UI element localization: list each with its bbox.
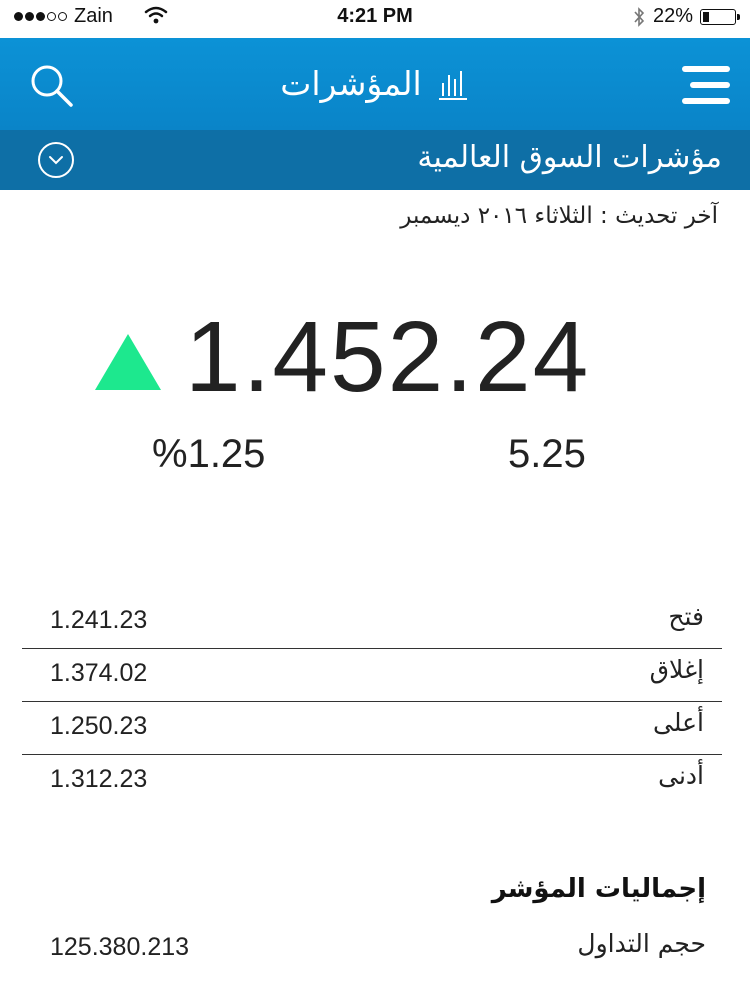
menu-bar: [690, 82, 730, 88]
hamburger-menu-icon[interactable]: [682, 66, 730, 104]
table-row: أعلى 1.250.23: [22, 702, 722, 755]
status-bar: Zain 4:21 PM 22%: [0, 0, 750, 38]
battery-level-fill: [703, 11, 709, 22]
nav-title: المؤشرات: [280, 64, 422, 103]
index-value: 1.452.24: [185, 301, 591, 413]
change-percent: %1.25: [152, 432, 266, 476]
stat-value-open: 1.241.23: [50, 606, 148, 634]
up-arrow-icon: [95, 334, 161, 390]
last-update-text: آخر تحديث : الثلاثاء ٢٠١٦ ديسمبر: [400, 203, 718, 229]
table-row: فتح 1.241.23: [22, 596, 722, 649]
section-title: مؤشرات السوق العالمية: [417, 140, 722, 175]
stat-value-low: 1.312.23: [50, 765, 148, 793]
stats-table: فتح 1.241.23 إغلاق 1.374.02 أعلى 1.250.2…: [22, 596, 722, 807]
volume-label: حجم التداول: [577, 929, 706, 958]
chevron-down-icon[interactable]: [38, 142, 74, 178]
change-value: 5.25: [508, 432, 586, 476]
nav-title-group: المؤشرات: [0, 64, 750, 103]
stat-label-close: إغلاق: [649, 655, 704, 684]
bluetooth-icon: [634, 6, 645, 27]
stat-label-low: أدنى: [658, 761, 704, 790]
table-row: أدنى 1.312.23: [22, 755, 722, 807]
totals-heading: إجماليات المؤشر: [491, 874, 706, 904]
stat-value-high: 1.250.23: [50, 712, 148, 740]
nav-bar: المؤشرات: [0, 38, 750, 130]
index-value-row: 1.452.24: [0, 300, 750, 413]
bar-chart-icon: [438, 70, 467, 100]
volume-value: 125.380.213: [50, 933, 190, 961]
stat-value-close: 1.374.02: [50, 659, 148, 687]
menu-bar: [682, 66, 730, 72]
section-header[interactable]: مؤشرات السوق العالمية: [0, 130, 750, 190]
table-row: إغلاق 1.374.02: [22, 649, 722, 702]
battery-percent: 22%: [652, 5, 693, 27]
battery-status: 22%: [633, 5, 740, 28]
stat-label-open: فتح: [668, 602, 704, 631]
battery-icon: [700, 8, 740, 25]
menu-bar: [682, 98, 730, 104]
stat-label-high: أعلى: [653, 708, 704, 737]
